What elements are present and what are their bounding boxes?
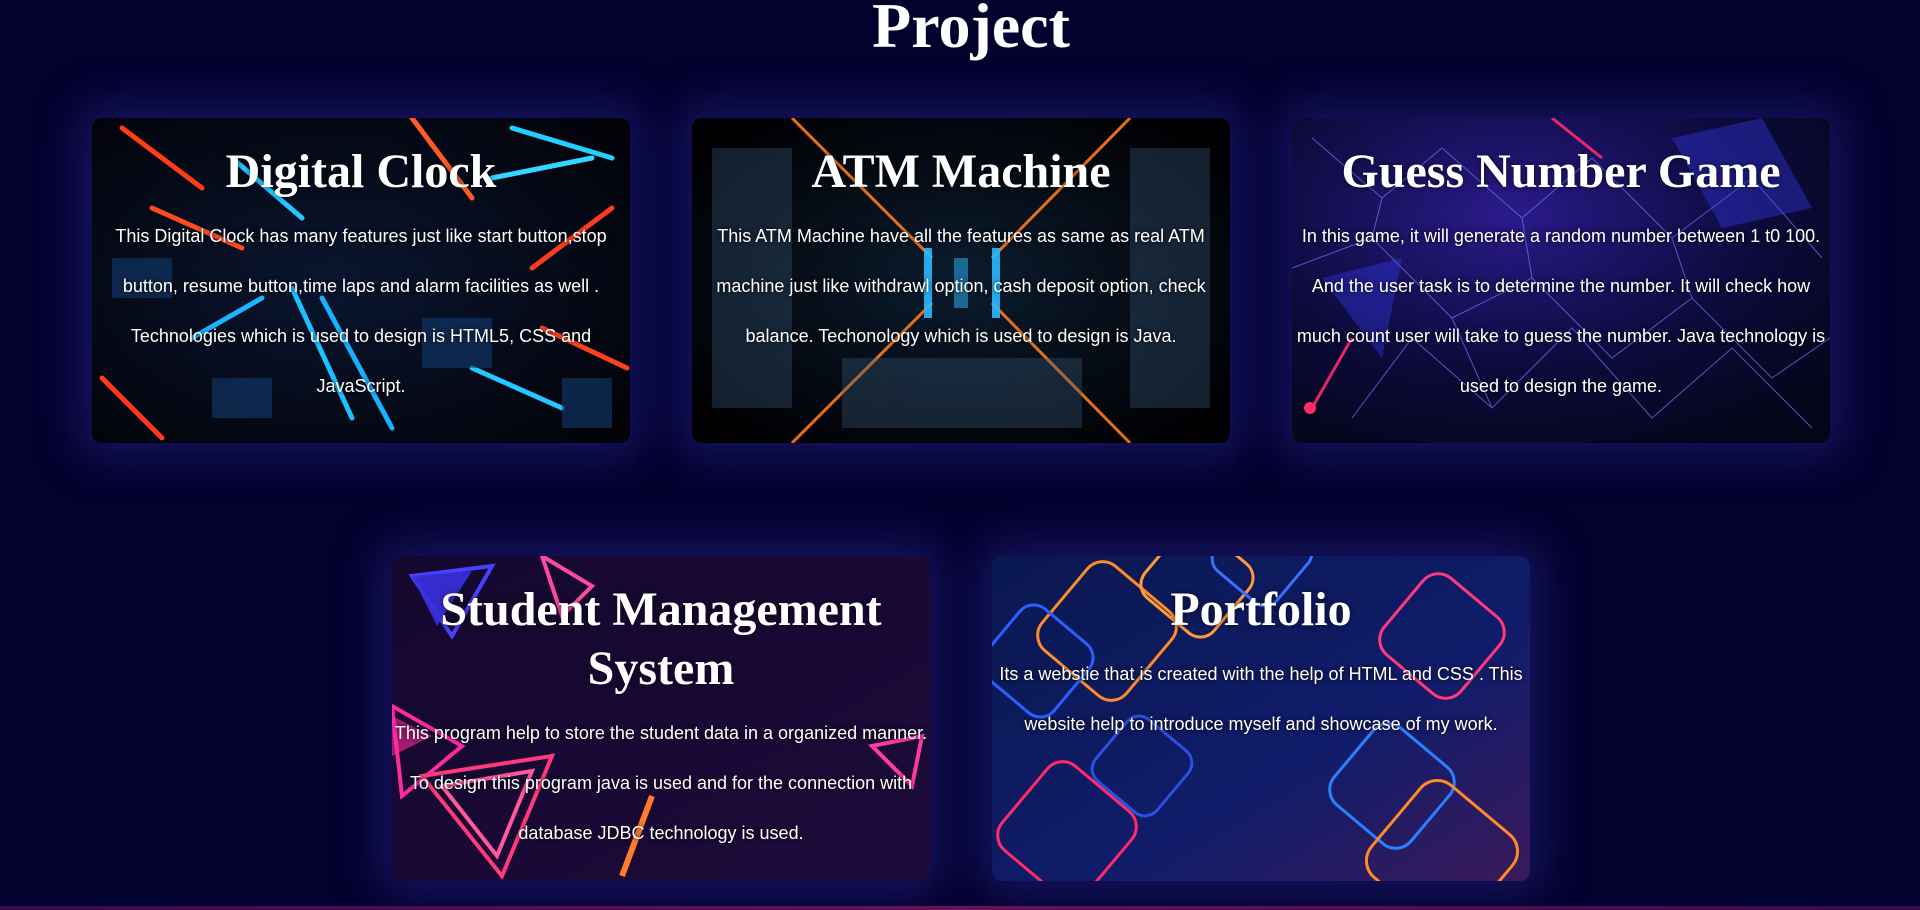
projects-section: Project Digital Clock This Digital Clock… — [0, 0, 1920, 910]
project-card-portfolio[interactable]: Portfolio Its a webstie that is created … — [992, 556, 1530, 881]
project-title: Student Management System — [440, 583, 882, 695]
project-card-atm-machine[interactable]: ATM Machine This ATM Machine have all th… — [692, 118, 1230, 443]
project-description: This ATM Machine have all the features a… — [716, 226, 1206, 346]
project-card-digital-clock[interactable]: Digital Clock This Digital Clock has man… — [92, 118, 630, 443]
project-title: Portfolio — [1170, 583, 1352, 636]
project-title: ATM Machine — [811, 145, 1111, 198]
project-card-student-management-system[interactable]: Student Management System This program h… — [392, 556, 930, 881]
bottom-divider — [0, 906, 1920, 910]
project-description: This program help to store the student d… — [394, 723, 928, 843]
project-title: Digital Clock — [225, 145, 497, 198]
project-description: Its a webstie that is created with the h… — [999, 664, 1523, 734]
project-description: In this game, it will generate a random … — [1296, 226, 1826, 396]
project-title: Guess Number Game — [1341, 145, 1781, 198]
project-description: This Digital Clock has many features jus… — [115, 226, 607, 396]
section-title: Project — [872, 0, 1070, 61]
project-card-guess-number-game[interactable]: Guess Number Game In this game, it will … — [1292, 118, 1830, 443]
